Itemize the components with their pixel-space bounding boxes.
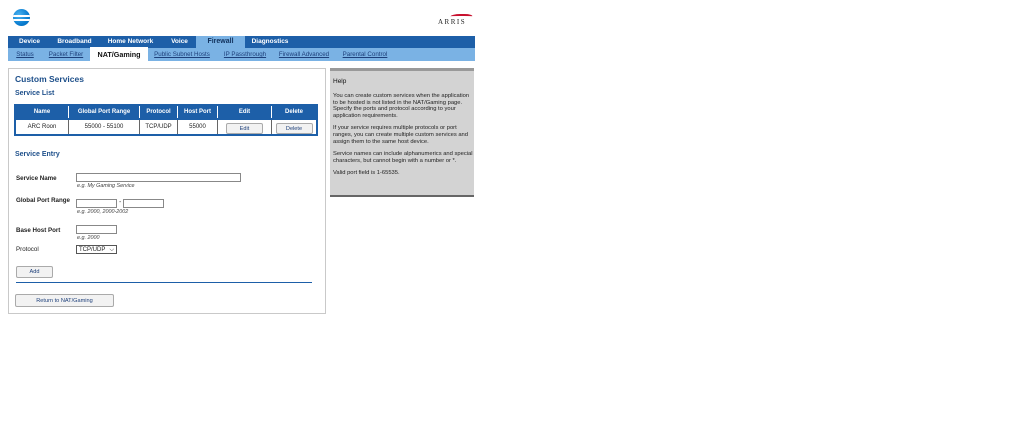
protocol-select[interactable]: TCP/UDP ⌵ (76, 245, 117, 254)
base-host-port-input[interactable] (76, 225, 117, 234)
base-host-port-label: Base Host Port (16, 227, 61, 234)
subtab-parental-control[interactable]: Parental Control (340, 48, 390, 61)
help-paragraph: If your service requires multiple protoc… (333, 125, 469, 145)
tab-voice[interactable]: Voice (163, 36, 196, 48)
cell-protocol: TCP/UDP (139, 120, 178, 135)
help-paragraph: You can create custom services when the … (333, 93, 470, 119)
subtab-public-subnet-hosts[interactable]: Public Subnet Hosts (150, 48, 214, 61)
service-list-table: Name Global Port Range Protocol Host Por… (14, 104, 318, 136)
table-header-row: Name Global Port Range Protocol Host Por… (15, 105, 317, 118)
global-port-start-input[interactable] (76, 199, 117, 208)
global-port-end-input[interactable] (123, 199, 164, 208)
service-name-label: Service Name (16, 175, 57, 182)
secondary-nav: Status Packet Filter NAT/Gaming Public S… (8, 47, 475, 61)
cell-edit: Edit (217, 120, 272, 135)
service-list-heading: Service List (15, 90, 55, 97)
tab-device[interactable]: Device (8, 36, 51, 48)
port-range-separator: - (119, 199, 122, 206)
help-body: You can create custom services when the … (333, 93, 473, 183)
help-title: Help (333, 78, 347, 85)
service-name-input[interactable] (76, 173, 241, 182)
help-paragraph: Valid port field is 1-65535. (333, 170, 400, 177)
arris-logo: ARRIS (438, 14, 474, 26)
protocol-selected-value: TCP/UDP (79, 247, 106, 253)
help-panel: Help You can create custom services when… (330, 68, 474, 197)
col-protocol: Protocol (139, 105, 178, 118)
primary-nav: Device Broadband Home Network Voice Fire… (8, 36, 475, 48)
help-paragraph: Service names can include alphanumerics … (333, 151, 473, 164)
custom-services-panel: Custom Services Service List Name Global… (8, 68, 326, 314)
col-edit: Edit (217, 105, 272, 118)
divider (16, 282, 312, 283)
protocol-label: Protocol (16, 246, 39, 253)
service-entry-heading: Service Entry (15, 151, 60, 158)
return-to-nat-gaming-button[interactable]: Return to NAT/Gaming (15, 294, 114, 307)
col-delete: Delete (271, 105, 317, 118)
page-title: Custom Services (15, 74, 84, 84)
base-host-port-hint: e.g. 2000 (77, 235, 100, 241)
tab-firewall[interactable]: Firewall (196, 36, 245, 48)
subtab-nat-gaming[interactable]: NAT/Gaming (90, 47, 148, 61)
col-name: Name (15, 105, 69, 118)
cell-delete: Delete (272, 120, 318, 135)
subtab-packet-filter[interactable]: Packet Filter (44, 48, 88, 61)
delete-button[interactable]: Delete (275, 123, 313, 134)
edit-button[interactable]: Edit (226, 123, 263, 134)
tab-diagnostics[interactable]: Diagnostics (245, 36, 295, 48)
subtab-firewall-advanced[interactable]: Firewall Advanced (276, 48, 332, 61)
att-globe-icon (13, 9, 30, 26)
subtab-status[interactable]: Status (10, 48, 40, 61)
cell-host-port: 55000 (177, 120, 218, 135)
col-global-port-range: Global Port Range (68, 105, 140, 118)
service-name-hint: e.g. My Gaming Service (77, 183, 135, 189)
col-host-port: Host Port (177, 105, 218, 118)
add-button[interactable]: Add (16, 266, 53, 278)
table-row: ARC Roon 55000 - 55100 TCP/UDP 55000 Edi… (15, 120, 317, 135)
cell-name: ARC Roon (15, 120, 69, 135)
subtab-ip-passthrough[interactable]: IP Passthrough (220, 48, 270, 61)
global-port-range-hint: e.g. 2000, 2000-2002 (77, 209, 129, 215)
chevron-down-icon: ⌵ (109, 247, 114, 253)
arris-logo-text: ARRIS (438, 18, 467, 26)
cell-global-port-range: 55000 - 55100 (68, 120, 140, 135)
global-port-range-label: Global Port Range (16, 197, 70, 204)
